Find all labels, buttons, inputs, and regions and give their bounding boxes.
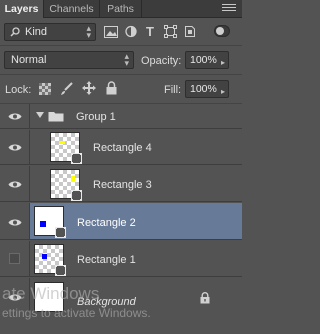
panel-menu-icon[interactable] (222, 4, 236, 14)
layer-thumbnail (50, 132, 82, 164)
layer-row-rectangle-1[interactable]: Rectangle 1 (0, 241, 242, 277)
divider (0, 74, 242, 75)
filter-toggle-knob (216, 27, 224, 35)
shape-swatch (71, 176, 75, 182)
search-icon (10, 27, 20, 37)
layers-list: Group 1 Rectangle 4 Rectangle 3 Rectangl… (0, 104, 242, 334)
filter-kind-select[interactable]: Kind ▴ ▾ (4, 23, 96, 41)
layer-name[interactable]: Rectangle 2 (77, 216, 136, 230)
shape-swatch (59, 141, 65, 144)
fill-input[interactable]: 100% ▸ (185, 80, 229, 98)
fill-label: Fill: (164, 84, 182, 96)
visibility-cell[interactable] (0, 203, 30, 239)
eye-icon[interactable] (8, 143, 22, 152)
pixel-layer-filter-icon[interactable] (104, 26, 118, 38)
chevron-right-icon: ▸ (220, 58, 225, 67)
visibility-cell[interactable] (0, 241, 30, 276)
tab-layers[interactable]: Layers (0, 0, 44, 18)
visibility-cell[interactable] (0, 104, 30, 128)
eye-icon[interactable] (8, 218, 22, 227)
layer-name[interactable]: Background (77, 295, 136, 309)
layer-thumbnail (34, 244, 66, 276)
visibility-off-checkbox[interactable] (9, 253, 20, 264)
tab-paths[interactable]: Paths (100, 0, 142, 18)
layer-row-rectangle-4[interactable]: Rectangle 4 (0, 130, 242, 165)
layer-row-background[interactable]: Background (0, 278, 242, 316)
blend-mode-select[interactable]: Normal ▴ ▾ (4, 51, 134, 69)
lock-label: Lock: (5, 84, 32, 96)
opacity-label: Opacity: (141, 55, 182, 67)
layer-name[interactable]: Rectangle 1 (77, 253, 136, 267)
lock-icon (200, 292, 210, 304)
layer-row-rectangle-2[interactable]: Rectangle 2 (0, 203, 242, 240)
vector-shape-icon (55, 227, 66, 238)
visibility-cell[interactable] (0, 166, 30, 201)
lock-position-move-icon[interactable] (82, 81, 96, 95)
lock-transparent-pixels-icon[interactable] (39, 83, 51, 95)
filter-toggle[interactable] (214, 25, 230, 37)
tab-channels[interactable]: Channels (44, 0, 100, 18)
filter-kind-label: Kind (25, 26, 48, 38)
vector-shape-icon (71, 190, 82, 201)
blend-mode-label: Normal (11, 54, 47, 66)
eye-icon[interactable] (8, 293, 22, 302)
lock-all-icon[interactable] (106, 81, 117, 95)
smart-object-filter-icon[interactable] (184, 25, 196, 38)
type-layer-filter-icon[interactable]: T (145, 25, 157, 38)
panel-tab-bar: Layers Channels Paths (0, 0, 242, 18)
vector-shape-icon (55, 265, 66, 276)
layer-thumbnail (34, 206, 66, 238)
layer-row-rectangle-3[interactable]: Rectangle 3 (0, 166, 242, 202)
shape-layer-filter-icon[interactable] (164, 25, 177, 38)
opacity-value: 100% (190, 54, 217, 66)
layer-thumbnail (50, 169, 82, 201)
layer-row-group-1[interactable]: Group 1 (0, 104, 242, 129)
layer-thumbnail (34, 282, 64, 312)
vector-shape-icon (71, 153, 82, 164)
adjustment-layer-filter-icon[interactable] (125, 25, 137, 38)
layer-name[interactable]: Rectangle 3 (93, 178, 152, 192)
chevron-right-icon: ▸ (220, 87, 225, 96)
eye-icon[interactable] (8, 112, 22, 121)
lock-row: Lock: Fill: 100% ▸ (0, 76, 242, 102)
updown-arrow-icon: ▴ ▾ (86, 23, 91, 40)
divider (0, 45, 242, 46)
eye-icon[interactable] (8, 180, 22, 189)
shape-swatch (42, 254, 47, 259)
visibility-cell[interactable] (0, 130, 30, 164)
opacity-input[interactable]: 100% ▸ (185, 51, 229, 69)
shape-swatch (40, 221, 46, 227)
layer-name[interactable]: Group 1 (76, 110, 116, 124)
blend-row: Normal ▴ ▾ Opacity: 100% ▸ (0, 47, 242, 73)
layer-name[interactable]: Rectangle 4 (93, 141, 152, 155)
disclosure-triangle-icon[interactable] (36, 112, 44, 118)
lock-image-pixels-brush-icon[interactable] (60, 82, 73, 96)
folder-icon (48, 112, 64, 122)
fill-value: 100% (190, 83, 217, 95)
svg-text:T: T (146, 25, 154, 38)
visibility-cell[interactable] (0, 278, 30, 316)
filter-row: Kind ▴ ▾ T (0, 19, 242, 45)
updown-arrow-icon: ▴ ▾ (124, 51, 129, 68)
